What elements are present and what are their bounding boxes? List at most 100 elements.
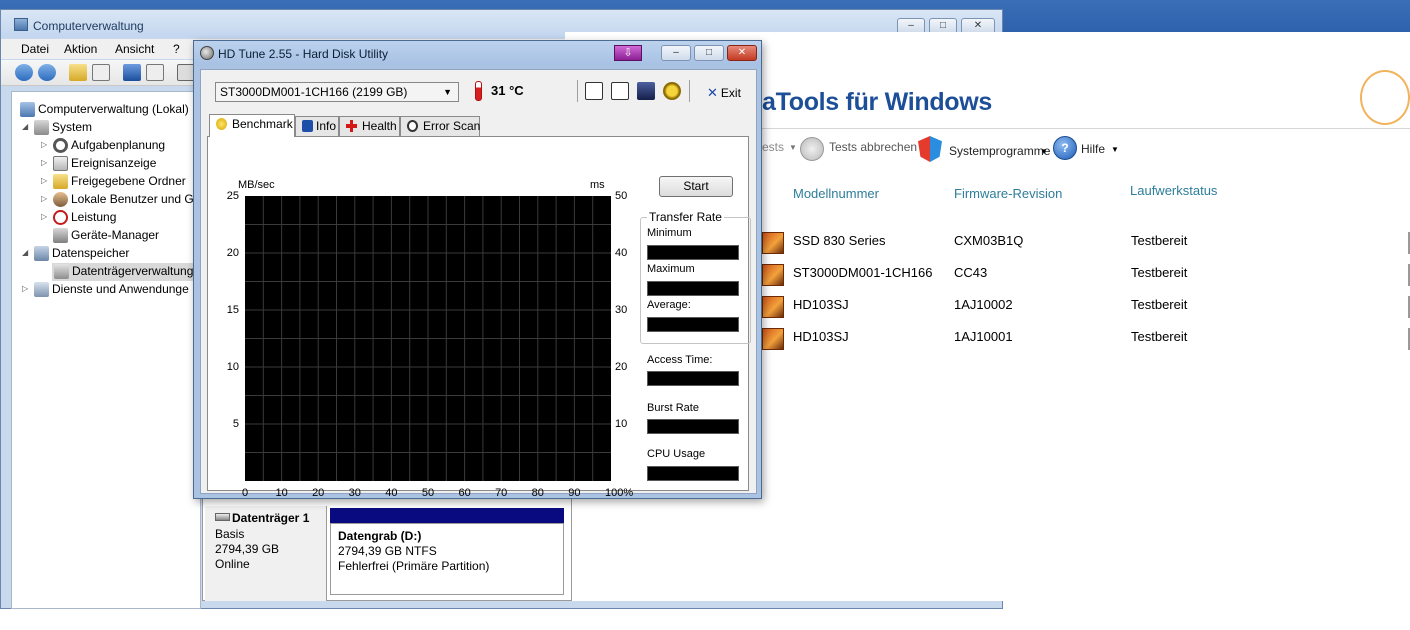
access-time-label: Access Time: <box>647 354 713 366</box>
chevron-down-icon[interactable]: ▼ <box>443 83 452 101</box>
drive-firmware: 1AJ10001 <box>954 329 1013 344</box>
collapse-arrow-icon[interactable]: ◢ <box>22 119 32 135</box>
collapse-arrow-icon[interactable]: ◢ <box>22 245 32 261</box>
tab-health[interactable]: Health <box>339 116 400 136</box>
download-arrow-icon[interactable]: ⇩ <box>614 45 642 61</box>
services-icon <box>34 282 49 297</box>
x-tick-label: 10 <box>275 487 288 499</box>
tree-item-computer-management[interactable]: Computerverwaltung (Lokal) <box>16 101 200 119</box>
tree-item-label: Leistung <box>71 210 117 224</box>
tree-item-disk-management[interactable]: Datenträgerverwaltung <box>52 263 200 281</box>
x-tick-label: 0 <box>241 487 249 499</box>
x-tick-label: 20 <box>312 487 325 499</box>
expand-arrow-icon[interactable]: ▷ <box>41 173 51 189</box>
drive-select[interactable]: ST3000DM001-1CH166 (2199 GB) ▼ <box>215 82 459 102</box>
y-left-tick-label: 10 <box>226 361 239 373</box>
chevron-down-icon[interactable]: ▼ <box>789 143 797 152</box>
x-tick-label: 50 <box>421 487 435 499</box>
datatools-logo-icon <box>1360 70 1410 125</box>
cpu-usage-label: CPU Usage <box>647 448 706 460</box>
tree-item-local-users[interactable]: ▷ Lokale Benutzer und G <box>41 191 200 209</box>
cancel-tests-icon[interactable] <box>800 137 824 161</box>
tree-item-task-scheduler[interactable]: ▷ Aufgabenplanung <box>41 137 200 155</box>
column-firmware[interactable]: Firmware-Revision <box>954 186 1062 201</box>
tab-label: Error Scan <box>423 119 481 133</box>
tree-item-performance[interactable]: ▷ Leistung <box>41 209 200 227</box>
tree-item-event-viewer[interactable]: ▷ Ereignisanzeige <box>41 155 200 173</box>
window-title: Computerverwaltung <box>33 19 144 33</box>
menu-help[interactable]: ? <box>173 42 180 56</box>
help-icon[interactable]: ? <box>1053 136 1077 160</box>
drive-model[interactable]: SSD 830 Series <box>793 233 886 248</box>
help-icon[interactable] <box>123 64 141 81</box>
up-folder-icon[interactable] <box>69 64 87 81</box>
menu-ansicht[interactable]: Ansicht <box>115 42 154 56</box>
back-arrow-icon[interactable] <box>15 64 33 81</box>
options-icon[interactable] <box>663 82 681 100</box>
close-icon: ✕ <box>707 85 718 100</box>
hdtune-close-button[interactable]: ✕ <box>727 45 757 61</box>
show-hide-tree-icon[interactable] <box>92 64 110 81</box>
drive-select-value: ST3000DM001-1CH166 (2199 GB) <box>220 85 408 99</box>
x-tick-label: 90 <box>568 487 581 499</box>
exit-button[interactable]: ✕ Exit <box>707 85 741 101</box>
save-icon[interactable] <box>637 82 655 100</box>
partition-status: Fehlerfrei (Primäre Partition) <box>338 559 490 573</box>
drive-model[interactable]: HD103SJ <box>793 329 849 344</box>
expand-arrow-icon[interactable]: ▷ <box>41 191 51 207</box>
paste-icon[interactable] <box>611 82 629 100</box>
forward-arrow-icon[interactable] <box>38 64 56 81</box>
chevron-down-icon[interactable]: ▼ <box>1040 147 1048 156</box>
tree-item-label: Ereignisanzeige <box>71 156 157 170</box>
chevron-down-icon[interactable]: ▼ <box>1111 145 1119 154</box>
drive-model[interactable]: ST3000DM001-1CH166 <box>793 265 932 280</box>
expand-arrow-icon[interactable]: ▷ <box>22 281 32 297</box>
run-tests-button[interactable]: ests <box>762 140 784 154</box>
column-model[interactable]: Modellnummer <box>793 186 879 201</box>
y-left-tick-label: 15 <box>226 304 239 316</box>
partition-name: Datengrab (D:) <box>338 529 422 543</box>
hdtune-title: HD Tune 2.55 - Hard Disk Utility <box>218 47 389 61</box>
drive-status: Testbereit <box>1131 265 1188 280</box>
bulb-icon <box>216 118 227 130</box>
disk-info[interactable]: Datenträger 1 Basis 2794,39 GB Online <box>205 506 327 601</box>
cpu-usage-value <box>647 466 739 481</box>
tree-item-system[interactable]: ◢ System <box>22 119 200 137</box>
column-drive-status[interactable]: Laufwerkstatus <box>1130 183 1217 198</box>
partition-size: 2794,39 GB NTFS <box>338 544 437 558</box>
partition-box[interactable]: Datengrab (D:) 2794,39 GB NTFS Fehlerfre… <box>330 523 564 595</box>
hdtune-maximize-button[interactable]: □ <box>694 45 724 61</box>
tree-item-services[interactable]: ▷ Dienste und Anwendunge <box>22 281 200 299</box>
y-right-tick-label: 30 <box>615 304 628 316</box>
tools-icon <box>34 120 49 135</box>
shared-folder-icon <box>53 174 68 189</box>
properties-icon[interactable] <box>146 64 164 81</box>
tab-benchmark[interactable]: Benchmark <box>209 114 295 137</box>
tree-item-label: Datenspeicher <box>52 246 130 260</box>
temperature-readout: 31 °C <box>491 83 524 98</box>
help-button[interactable]: Hilfe <box>1081 142 1105 156</box>
menu-aktion[interactable]: Aktion <box>64 42 97 56</box>
drive-firmware: CXM03B1Q <box>954 233 1024 248</box>
computer-icon <box>20 102 35 117</box>
expand-arrow-icon[interactable]: ▷ <box>41 155 51 171</box>
drive-icon <box>762 264 784 286</box>
hdtune-title-bar[interactable]: HD Tune 2.55 - Hard Disk Utility ⇩ ‒ □ ✕ <box>194 41 761 66</box>
expand-arrow-icon[interactable]: ▷ <box>41 209 51 225</box>
tree-item-storage[interactable]: ◢ Datenspeicher <box>22 245 200 263</box>
cancel-tests-button[interactable]: Tests abbrechen <box>829 140 917 154</box>
menu-datei[interactable]: Datei <box>21 42 49 56</box>
system-programs-button[interactable]: Systemprogramme <box>949 144 1050 158</box>
hdtune-minimize-button[interactable]: ‒ <box>661 45 691 61</box>
x-tick-label: 100% <box>605 487 634 499</box>
tab-error-scan[interactable]: Error Scan <box>400 116 480 136</box>
device-manager-icon <box>53 228 68 243</box>
tab-info[interactable]: Info <box>295 116 339 136</box>
tab-label: Benchmark <box>232 117 293 131</box>
tree-item-device-manager[interactable]: Geräte-Manager <box>41 227 200 245</box>
copy-icon[interactable] <box>585 82 603 100</box>
drive-model[interactable]: HD103SJ <box>793 297 849 312</box>
start-button[interactable]: Start <box>659 176 733 197</box>
tree-item-shared-folders[interactable]: ▷ Freigegebene Ordner <box>41 173 200 191</box>
expand-arrow-icon[interactable]: ▷ <box>41 137 51 153</box>
